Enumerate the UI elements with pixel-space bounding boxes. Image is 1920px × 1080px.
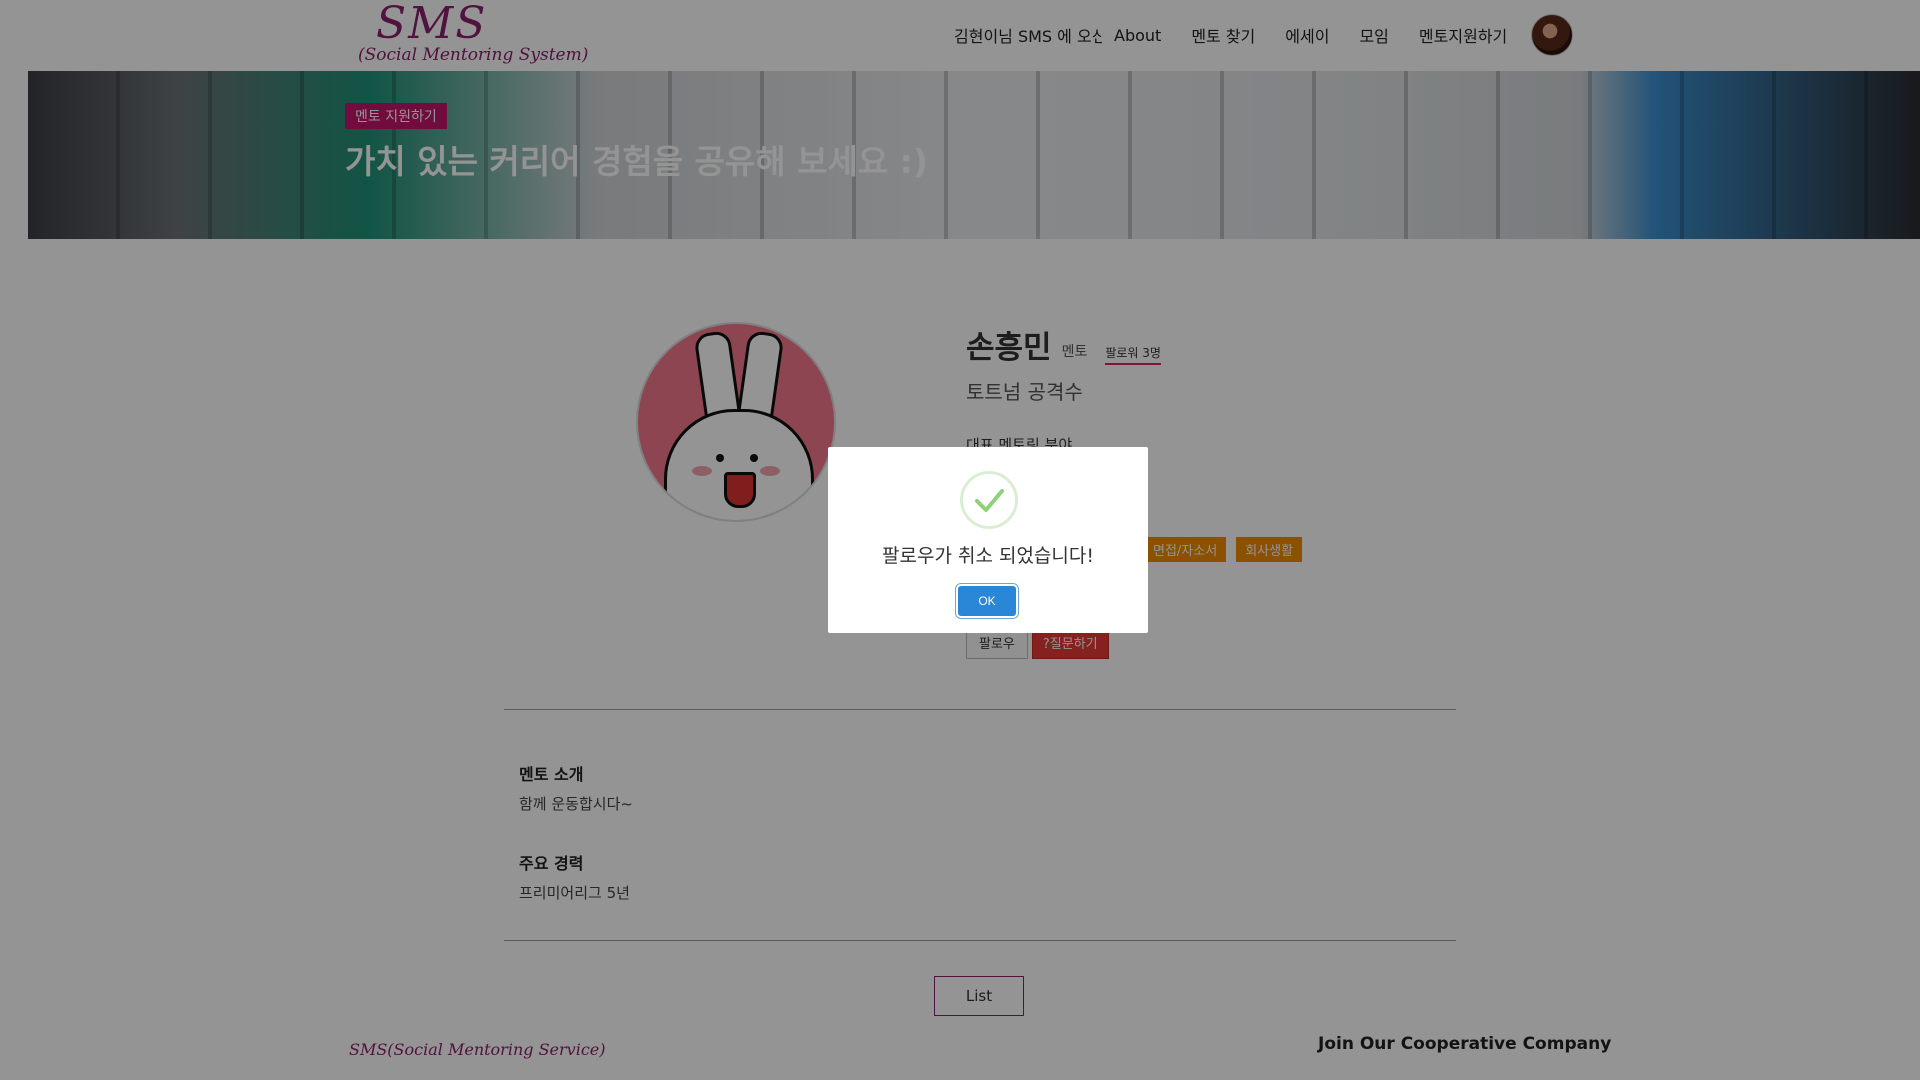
alert-modal: 팔로우가 취소 되었습니다! OK: [828, 447, 1148, 633]
modal-message: 팔로우가 취소 되었습니다!: [882, 545, 1094, 567]
ok-button[interactable]: OK: [958, 586, 1016, 616]
success-check-icon: [960, 471, 1018, 529]
